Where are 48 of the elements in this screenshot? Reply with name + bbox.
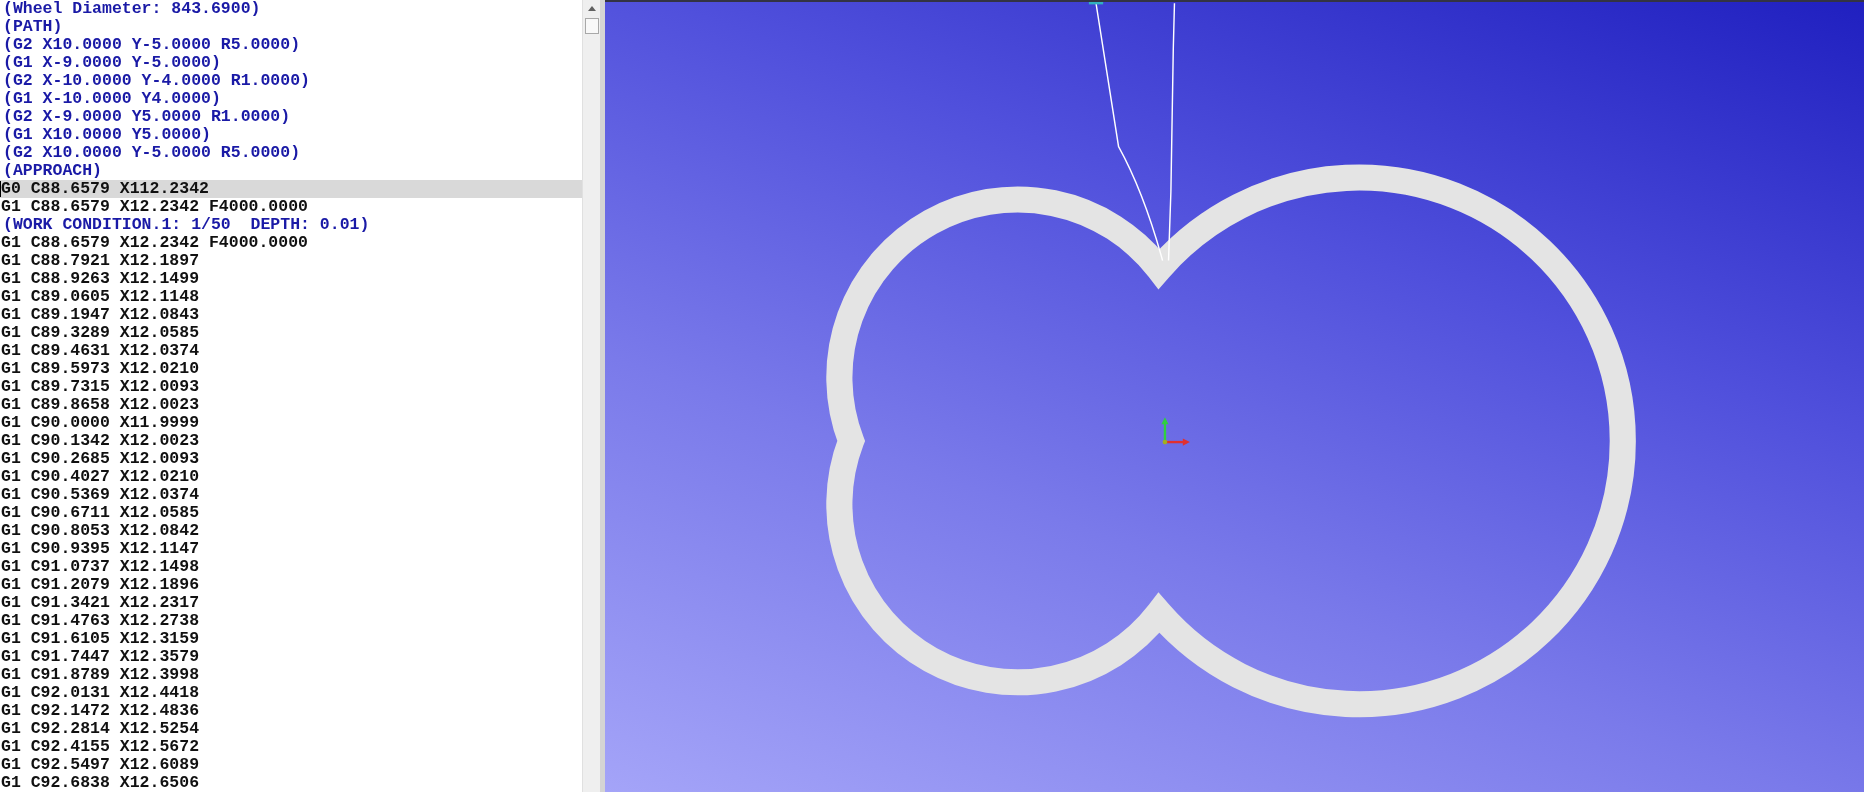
code-line: G1 C89.8658 X12.0023 [0,396,201,414]
code-line: G1 C91.7447 X12.3579 [0,648,201,666]
code-line: (G1 X-9.0000 Y-5.0000) [2,54,222,72]
code-line: (G1 X10.0000 Y5.0000) [2,126,212,144]
code-line: (G2 X-10.0000 Y-4.0000 R1.0000) [2,72,311,90]
code-line: G1 C92.0131 X12.4418 [0,684,201,702]
code-line: G1 C90.8053 X12.0842 [0,522,201,540]
tool-marker-icon [1088,2,1104,5]
code-line: G1 C88.9263 X12.1499 [0,270,201,288]
code-line: G1 C89.5973 X12.0210 [0,360,201,378]
code-line: G1 C91.6105 X12.3159 [0,630,201,648]
code-line: G1 C88.6579 X12.2342 F4000.0000 [0,234,309,252]
code-line: G1 C90.6711 X12.0585 [0,504,201,522]
axis-triad-icon [1161,417,1190,446]
code-line: G1 C89.0605 X12.1148 [0,288,201,306]
code-line: G1 C89.1947 X12.0843 [0,306,201,324]
code-line: (G1 X-10.0000 Y4.0000) [2,90,222,108]
code-line: (G2 X-9.0000 Y5.0000 R1.0000) [2,108,292,126]
code-line: G1 C90.9395 X12.1147 [0,540,201,558]
code-line: G1 C90.5369 X12.0374 [0,486,201,504]
code-line: G1 C89.3289 X12.0585 [0,324,201,342]
code-line: (Wheel Diameter: 843.6900) [2,0,262,18]
code-line: (G2 X10.0000 Y-5.0000 R5.0000) [2,144,302,162]
code-line: G1 C89.7315 X12.0093 [0,378,201,396]
code-line: G1 C92.4155 X12.5672 [0,738,201,756]
code-line: G1 C92.1472 X12.4836 [0,702,201,720]
code-line: (G2 X10.0000 Y-5.0000 R5.0000) [2,36,302,54]
code-line: (WORK CONDITION.1: 1/50 DEPTH: 0.01) [2,216,371,234]
code-line: (APPROACH) [2,162,104,180]
code-line: G1 C92.6838 X12.6506 [0,774,201,792]
code-line: G1 C91.0737 X12.1498 [0,558,201,576]
code-line: G1 C91.2079 X12.1896 [0,576,201,594]
code-line: G1 C88.7921 X12.1897 [0,252,201,270]
code-line: G1 C90.2685 X12.0093 [0,450,201,468]
code-line: G1 C90.4027 X12.0210 [0,468,201,486]
scroll-up-icon[interactable] [586,4,597,12]
code-line: G1 C90.1342 X12.0023 [0,432,201,450]
code-line: G1 C92.5497 X12.6089 [0,756,201,774]
code-line: G1 C92.2814 X12.5254 [0,720,201,738]
code-line: G1 C88.6579 X12.2342 F4000.0000 [0,198,309,216]
code-line: G1 C89.4631 X12.0374 [0,342,201,360]
code-line: G1 C91.4763 X12.2738 [0,612,201,630]
code-line: G1 C91.8789 X12.3998 [0,666,201,684]
3d-viewport[interactable] [605,0,1864,792]
scrollbar-thumb[interactable] [584,18,599,34]
code-line: G1 C91.3421 X12.2317 [0,594,201,612]
code-line: (PATH) [2,18,64,36]
code-line: G1 C90.0000 X11.9999 [0,414,201,432]
